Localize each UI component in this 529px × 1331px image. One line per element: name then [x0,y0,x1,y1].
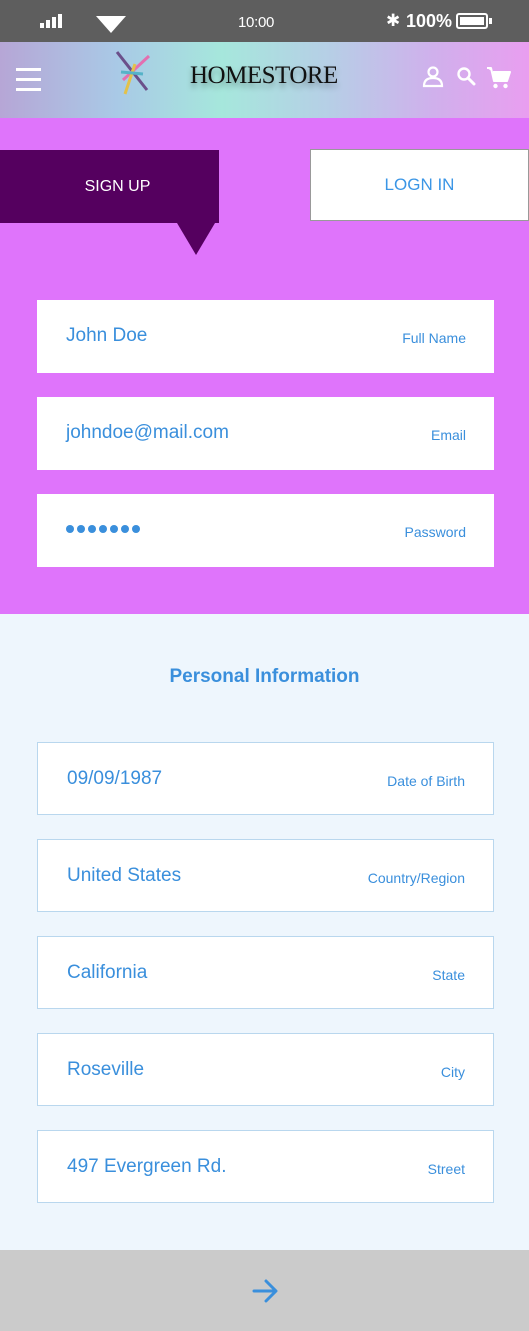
personal-info-section: Personal Information 09/09/1987 Date of … [0,614,529,1250]
city-label: City [440,1064,465,1080]
tab-active-pointer [177,223,215,255]
street-label: Street [427,1161,465,1177]
brand-name: HOMESTORE [190,62,338,89]
battery-percentage: 100% [406,11,453,31]
email-field[interactable]: johndoe@mail.com Email [37,397,494,470]
battery-icon [456,13,492,29]
full-name-value: John Doe [66,325,148,346]
city-value: Roseville [67,1059,145,1080]
bluetooth-icon: ✱ [386,11,401,30]
email-value: johndoe@mail.com [66,422,229,443]
logo [115,51,151,95]
tab-sign-up[interactable]: SIGN UP [0,150,219,223]
email-label: Email [430,427,466,443]
status-bar: 10:00 ✱ 100% [0,0,529,42]
search-icon[interactable] [456,66,476,86]
password-mask [66,525,140,533]
city-field[interactable]: Roseville City [37,1033,494,1106]
arrow-right-icon[interactable] [244,1272,286,1310]
state-field[interactable]: California State [37,936,494,1009]
date-of-birth-label: Date of Birth [387,773,465,789]
full-name-label: Full Name [402,330,466,346]
state-label: State [432,967,465,983]
country-field[interactable]: United States Country/Region [37,839,494,912]
street-value: 497 Evergreen Rd. [67,1156,227,1177]
tab-log-in[interactable]: LOGN IN [310,149,529,221]
full-name-field[interactable]: John Doe Full Name [37,300,494,373]
cart-icon[interactable] [486,66,512,90]
password-field[interactable]: Password [37,494,494,567]
signal-icon [40,14,62,28]
user-icon[interactable] [422,66,444,88]
password-label: Password [404,524,466,540]
section-title: Personal Information [169,666,360,687]
date-of-birth-value: 09/09/1987 [67,768,163,789]
country-value: United States [67,865,182,886]
state-value: California [67,962,148,983]
status-time: 10:00 [238,14,275,31]
auth-section: SIGN UP LOGN IN John Doe Full Name johnd… [0,118,529,614]
app-header: HOMESTORE [0,42,529,118]
date-of-birth-field[interactable]: 09/09/1987 Date of Birth [37,742,494,815]
country-label: Country/Region [367,870,465,886]
footer-bar [0,1250,529,1331]
wifi-icon [96,16,126,33]
street-field[interactable]: 497 Evergreen Rd. Street [37,1130,494,1203]
menu-icon[interactable] [16,68,41,92]
